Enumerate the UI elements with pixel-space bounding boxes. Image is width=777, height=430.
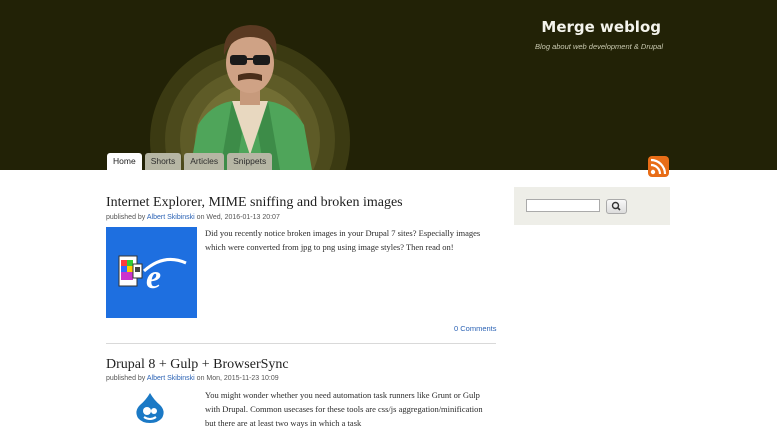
meta-prefix: published by (106, 375, 147, 382)
tab-home[interactable]: Home (107, 153, 142, 170)
main-content: Internet Explorer, MIME sniffing and bro… (106, 170, 498, 428)
post-meta: published by Albert Skibinski on Mon, 20… (106, 375, 279, 382)
tab-snippets[interactable]: Snippets (227, 153, 273, 170)
post-title-link[interactable]: Drupal 8 + Gulp + BrowserSync (106, 357, 289, 373)
meta-date: on Wed, 2016-01-13 20:07 (194, 214, 280, 221)
tab-shorts[interactable]: Shorts (144, 153, 182, 170)
search-input[interactable] (526, 199, 600, 212)
site-name[interactable]: Merge weblog (0, 18, 661, 36)
post-thumbnail[interactable]: e (106, 227, 197, 318)
tab-articles[interactable]: Articles (184, 153, 225, 170)
author-link[interactable]: Albert Skibinski (147, 375, 195, 382)
post-divider (106, 343, 496, 344)
search-button[interactable] (606, 199, 627, 214)
header-portrait (190, 25, 312, 170)
site-slogan: Blog about web development & Drupal (535, 42, 663, 51)
post-meta: published by Albert Skibinski on Wed, 20… (106, 214, 280, 221)
site-header: Merge weblog Blog about web development … (0, 0, 777, 170)
post-teaser: Did you recently notice broken images in… (205, 228, 481, 252)
primary-tabs: Home Shorts Articles Snippets (107, 153, 273, 170)
post-thumbnail[interactable] (132, 392, 168, 423)
rss-feed-icon[interactable] (648, 156, 669, 177)
post-title-link[interactable]: Internet Explorer, MIME sniffing and bro… (106, 195, 403, 211)
ie-broken-image-icon: e (118, 255, 187, 296)
post-teaser: You might wonder whether you need automa… (205, 390, 483, 428)
search-icon (611, 201, 621, 211)
rss-icon (650, 158, 667, 175)
drupal-logo-icon (136, 393, 164, 423)
author-link[interactable]: Albert Skibinski (147, 214, 195, 221)
search-block (514, 187, 670, 225)
comments-link[interactable]: 0 Comments (454, 324, 497, 333)
meta-prefix: published by (106, 214, 147, 221)
meta-date: on Mon, 2015-11-23 10:09 (194, 375, 279, 382)
